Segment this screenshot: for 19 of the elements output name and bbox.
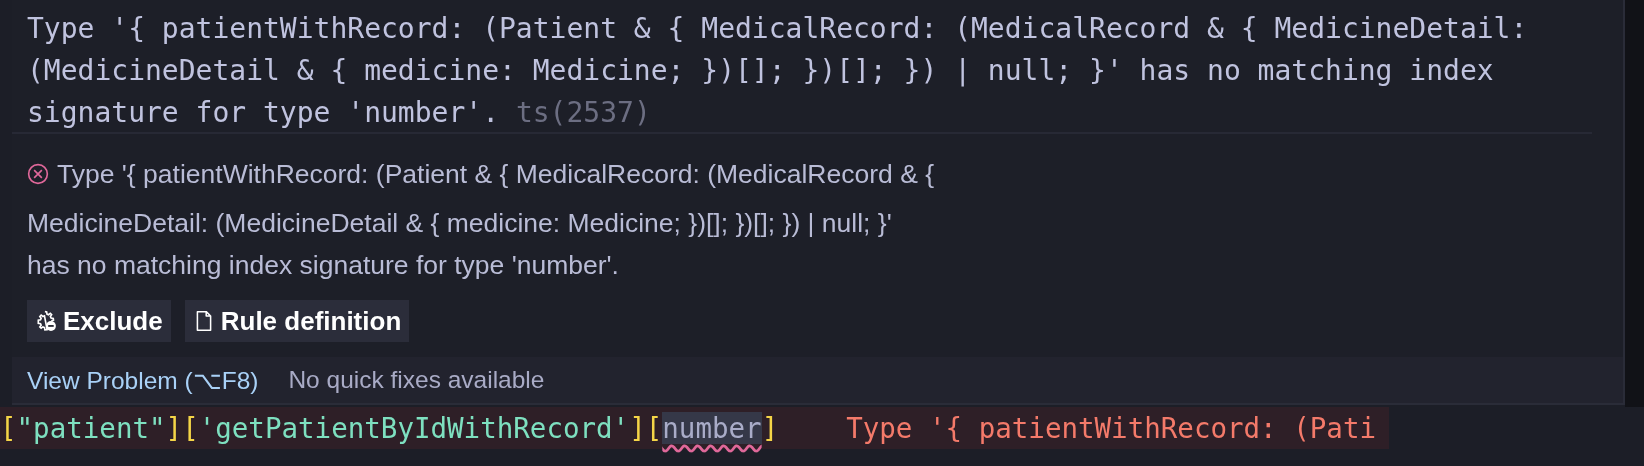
problem-text: has no matching index signature for type 'number'.	[27, 249, 619, 281]
error-token: number	[662, 412, 762, 444]
bracket-token: [	[182, 412, 199, 444]
problem-text: Type '{ patientWithRecord: (Patient & { MedicalRecord: (MedicalRecord & {	[57, 158, 935, 190]
view-problem-link[interactable]: View Problem (⌥F8)	[27, 365, 259, 395]
gear-icon	[35, 310, 57, 332]
quick-fix-note: No quick fixes available	[288, 366, 545, 394]
inline-error-text: Type '{ patientWithRecord: (Pati	[846, 412, 1376, 444]
problem-text: MedicineDetail: (MedicineDetail & { medicine: Medicine; })[]; })[]; }) | null; }'	[27, 207, 892, 239]
bracket-token: ]	[165, 412, 183, 444]
bracket-token: [	[645, 412, 663, 444]
string-token: "patient"	[16, 412, 166, 444]
rule-definition-button[interactable]: Rule definition	[184, 300, 410, 342]
exclude-button[interactable]: Exclude	[27, 300, 171, 342]
string-token: 'getPatientByIdWithRecord'	[198, 412, 630, 444]
error-message: Type '{ patientWithRecord: (Patient & { MedicalRecord: (MedicalRecord & { MedicineDetail: (MedicineDetail & { medicine: Medicine; })[]; })[]; }) | null; }' has no matching index signature for type 'number'. ts(2537)	[27, 11, 1529, 131]
bracket-token: ]	[761, 412, 779, 444]
bracket-token: [	[0, 412, 17, 444]
bracket-token: ]	[629, 412, 646, 444]
